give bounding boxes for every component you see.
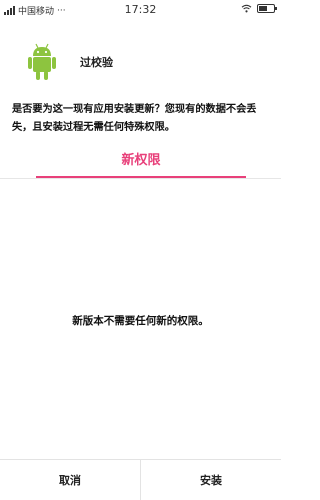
app-header: 过校验 (0, 38, 281, 88)
bottom-action-bar: 取消 安装 (0, 459, 281, 500)
battery-icon (257, 4, 277, 13)
app-name: 过校验 (80, 56, 113, 69)
tab-bar: 新权限 (0, 150, 281, 182)
wifi-icon (241, 4, 252, 13)
install-button[interactable]: 安装 (141, 460, 281, 500)
status-right (241, 4, 277, 13)
install-prompt-text: 是否要为这一现有应用安装更新？您现有的数据不会丢失，且安装过程无需任何特殊权限。 (12, 104, 257, 133)
tab-divider (0, 178, 281, 179)
cancel-button[interactable]: 取消 (0, 460, 140, 500)
status-bar: 中国移动 ··· 17:32 (0, 0, 281, 20)
android-icon (28, 43, 56, 80)
permissions-message: 新版本不需要任何新的权限。 (72, 315, 209, 327)
status-time: 17:32 (124, 3, 157, 16)
